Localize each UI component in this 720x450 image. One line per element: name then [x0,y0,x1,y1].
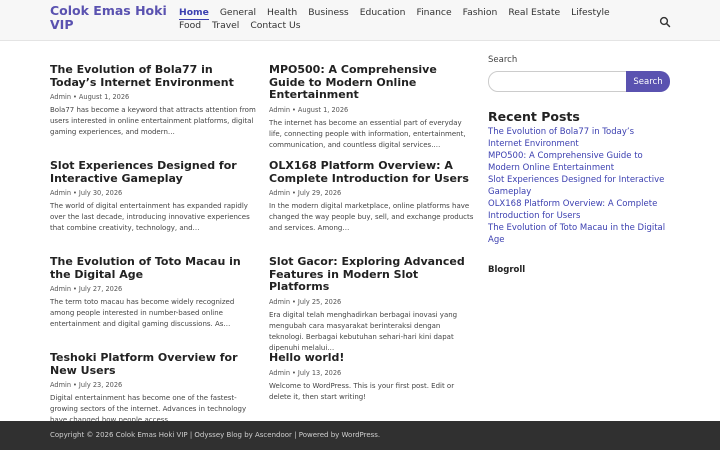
post-date[interactable]: July 30, 2026 [79,189,122,197]
post-meta: Admin • July 23, 2026 [50,381,123,389]
footer-copyright: Copyright © 2026 Colok Emas Hoki VIP | O… [50,431,381,439]
nav-item-real-estate[interactable]: Real Estate [508,7,560,19]
post-excerpt: In the modern digital marketplace, onlin… [269,202,474,232]
post-author[interactable]: Admin [269,369,290,377]
post-card: MPO500: A Comprehensive Guide to Modern … [269,63,475,151]
recent-posts-list: The Evolution of Bola77 in Today’s Inter… [488,126,670,246]
post-date[interactable]: August 1, 2026 [298,106,348,114]
main-nav: Home General Health Business Education Financ… [179,7,649,32]
post-excerpt: Bola77 has become a keyword that attract… [50,106,256,136]
post-meta: Admin • July 13, 2026 [269,368,342,377]
post-card: Slot Gacor: Exploring Advanced Features … [269,255,475,354]
post-title[interactable]: MPO500: A Comprehensive Guide to Modern … [269,63,475,102]
recent-post-link[interactable]: MPO500: A Comprehensive Guide to Modern … [488,150,670,174]
post-author[interactable]: Admin [269,106,290,114]
post-author[interactable]: Admin [50,189,71,197]
site-footer: Copyright © 2026 Colok Emas Hoki VIP | O… [0,421,720,450]
post-title[interactable]: The Evolution of Toto Macau in the Digit… [50,255,256,281]
nav-item-finance[interactable]: Finance [416,7,451,19]
post-excerpt: The internet has become an essential par… [269,118,466,149]
nav-item-food[interactable]: Food [179,20,201,32]
post-title[interactable]: The Evolution of Bola77 in Today’s Inter… [50,63,256,89]
search-button[interactable]: Search [626,71,670,92]
post-title[interactable]: Teshoki Platform Overview for New Users [50,351,256,377]
post-card: OLX168 Platform Overview: A Complete Int… [269,159,475,234]
post-title[interactable]: Slot Experiences Designed for Interactiv… [50,159,256,185]
search-label: Search [488,55,518,65]
sidebar: Search Search Recent Posts The Evolution… [488,55,670,275]
post-date[interactable]: July 13, 2026 [298,369,341,377]
post-meta: Admin • August 1, 2026 [50,93,130,101]
post-excerpt: Era digital telah menghadirkan berbagai … [269,310,458,352]
post-card: The Evolution of Bola77 in Today’s Inter… [50,63,256,138]
nav-item-fashion[interactable]: Fashion [463,7,498,19]
post-excerpt: Welcome to WordPress. This is your first… [269,381,455,401]
post-meta: Admin • July 29, 2026 [269,189,342,197]
post-author[interactable]: Admin [50,285,71,293]
post-meta: Admin • July 30, 2026 [50,189,123,197]
post-card: The Evolution of Toto Macau in the Digit… [50,255,256,330]
recent-post-link[interactable]: The Evolution of Bola77 in Today’s Inter… [488,126,670,150]
post-title[interactable]: Slot Gacor: Exploring Advanced Features … [269,255,475,294]
post-author[interactable]: Admin [50,93,71,101]
post-date[interactable]: July 29, 2026 [298,189,341,197]
blogroll-heading: Blogroll [488,265,526,275]
search-icon[interactable] [659,13,671,28]
site-title[interactable]: Colok Emas Hoki VIP [50,4,170,32]
post-date[interactable]: July 27, 2026 [79,285,122,293]
nav-item-general[interactable]: General [220,7,256,19]
nav-item-contact-us[interactable]: Contact Us [250,20,300,32]
post-date[interactable]: July 23, 2026 [79,381,122,389]
recent-post-link[interactable]: Slot Experiences Designed for Interactiv… [488,174,670,198]
post-meta: Admin • July 27, 2026 [50,285,123,293]
post-title[interactable]: OLX168 Platform Overview: A Complete Int… [269,159,475,185]
search-form: Search [488,71,670,92]
post-author[interactable]: Admin [269,189,290,197]
post-date[interactable]: August 1, 2026 [79,93,129,101]
nav-item-lifestyle[interactable]: Lifestyle [571,7,610,19]
post-meta: Admin • August 1, 2026 [269,105,349,114]
site-header: Colok Emas Hoki VIP Home General Health Bus… [0,0,720,41]
nav-item-health[interactable]: Health [267,7,297,19]
recent-post-link[interactable]: The Evolution of Toto Macau in the Digit… [488,222,670,246]
post-card: Hello world! Admin • July 13, 2026 Welcome… [269,351,475,403]
post-card: Slot Experiences Designed for Interactiv… [50,159,256,234]
search-input[interactable] [488,71,627,92]
post-author[interactable]: Admin [269,298,290,306]
nav-item-home[interactable]: Home [179,7,209,20]
post-card: Teshoki Platform Overview for New Users … [50,351,256,426]
recent-post-link[interactable]: OLX168 Platform Overview: A Complete Int… [488,198,670,222]
nav-item-business[interactable]: Business [308,7,349,19]
post-excerpt: The term toto macau has become widely re… [50,298,235,328]
post-author[interactable]: Admin [50,381,71,389]
post-date[interactable]: July 25, 2026 [298,298,341,306]
recent-posts-heading: Recent Posts [488,109,580,124]
post-excerpt: The world of digital entertainment has e… [50,202,250,232]
post-meta: Admin • July 25, 2026 [269,297,342,306]
nav-item-education[interactable]: Education [360,7,406,19]
nav-item-travel[interactable]: Travel [212,20,239,32]
post-title[interactable]: Hello world! [269,351,475,365]
